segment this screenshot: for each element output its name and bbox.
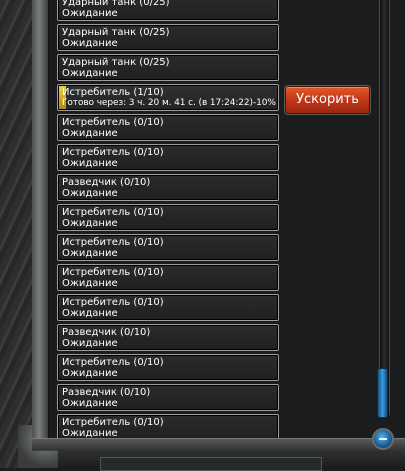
queue-item[interactable]: Истребитель (0/10) Ожидание xyxy=(57,234,279,261)
queue-item-status: Ожидание xyxy=(62,338,118,349)
queue-item-status: Ожидание xyxy=(62,128,118,139)
scrollbar-thumb[interactable] xyxy=(377,368,388,418)
panel-frame-left xyxy=(32,0,49,445)
queue-item-status: Ожидание xyxy=(62,38,118,49)
queue-item[interactable]: Истребитель (0/10) Ожидание xyxy=(57,414,279,441)
queue-item[interactable]: Ударный танк (0/25) Ожидание xyxy=(57,0,279,21)
panel-frame-bottom xyxy=(30,438,405,471)
queue-item[interactable]: Истребитель (0/10) Ожидание xyxy=(57,264,279,291)
queue-item-status: Ожидание xyxy=(62,218,118,229)
production-queue-list: Ударный танк (0/25) Ожидание Ударный тан… xyxy=(57,0,279,444)
queue-item-name: Ударный танк (0/25) xyxy=(62,27,170,38)
queue-item-name: Истребитель (0/10) xyxy=(62,237,164,248)
queue-item-name: Ударный танк (0/25) xyxy=(62,57,170,68)
speed-up-button[interactable]: Ускорить xyxy=(285,86,370,114)
queue-item-active[interactable]: Истребитель (1/10) Готово через: 3 ч. 20… xyxy=(57,84,279,111)
queue-item[interactable]: Истребитель (0/10) Ожидание xyxy=(57,144,279,171)
queue-item-status: Ожидание xyxy=(62,158,118,169)
scrollbar-track[interactable] xyxy=(379,0,390,415)
queue-item[interactable]: Истребитель (0/10) Ожидание xyxy=(57,114,279,141)
queue-item-name: Ударный танк (0/25) xyxy=(62,0,170,8)
queue-item[interactable]: Истребитель (0/10) Ожидание xyxy=(57,204,279,231)
queue-item-status: Ожидание xyxy=(62,248,118,259)
queue-item-status: Ожидание xyxy=(62,368,118,379)
queue-item-status: Ожидание xyxy=(62,68,118,79)
frame-notch xyxy=(100,457,322,471)
queue-item-name: Истребитель (0/10) xyxy=(62,267,164,278)
queue-item-name: Истребитель (1/10) xyxy=(62,87,164,98)
queue-item-name: Истребитель (0/10) xyxy=(62,357,164,368)
queue-item-status: Ожидание xyxy=(62,308,118,319)
scroll-down-icon[interactable] xyxy=(372,428,394,450)
queue-item[interactable]: Разведчик (0/10) Ожидание xyxy=(57,384,279,411)
queue-item[interactable]: Разведчик (0/10) Ожидание xyxy=(57,324,279,351)
queue-item-status: Ожидание xyxy=(62,8,118,19)
queue-item-name: Истребитель (0/10) xyxy=(62,297,164,308)
queue-item-name: Разведчик (0/10) xyxy=(62,387,151,398)
queue-item[interactable]: Истребитель (0/10) Ожидание xyxy=(57,294,279,321)
queue-item[interactable]: Разведчик (0/10) Ожидание xyxy=(57,174,279,201)
queue-item-name: Истребитель (0/10) xyxy=(62,147,164,158)
queue-item[interactable]: Ударный танк (0/25) Ожидание xyxy=(57,54,279,81)
queue-item-name: Разведчик (0/10) xyxy=(62,327,151,338)
queue-item-timer: Готово через: 3 ч. 20 м. 41 с. (в 17:24:… xyxy=(62,98,276,108)
queue-item[interactable]: Ударный танк (0/25) Ожидание xyxy=(57,24,279,51)
queue-item-name: Разведчик (0/10) xyxy=(62,177,151,188)
queue-item-status: Ожидание xyxy=(62,398,118,409)
queue-item-name: Истребитель (0/10) xyxy=(62,117,164,128)
queue-item-name: Истребитель (0/10) xyxy=(62,417,164,428)
queue-item-name: Истребитель (0/10) xyxy=(62,207,164,218)
queue-item-status: Ожидание xyxy=(62,278,118,289)
queue-item-status: Ожидание xyxy=(62,188,118,199)
queue-item[interactable]: Истребитель (0/10) Ожидание xyxy=(57,354,279,381)
